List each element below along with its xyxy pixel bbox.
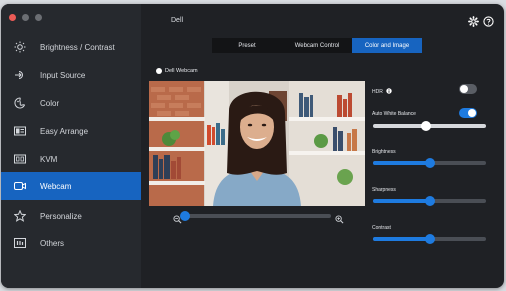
top-right-icons	[468, 14, 494, 32]
close-window-button[interactable]	[9, 14, 16, 21]
settings-gear-icon[interactable]	[468, 14, 479, 32]
sharpness-label: Sharpness	[372, 187, 396, 193]
easy-arrange-icon	[14, 125, 26, 137]
maximize-window-button[interactable]	[35, 14, 42, 21]
sidebar-item-label: Brightness / Contrast	[40, 42, 115, 52]
info-icon[interactable]	[386, 88, 392, 96]
hdr-label: HDR	[372, 89, 383, 95]
minimize-window-button[interactable]	[22, 14, 29, 21]
awb-toggle[interactable]	[459, 108, 477, 118]
sidebar-item-label: Input Source	[40, 70, 86, 80]
sidebar-item-label: Easy Arrange	[40, 126, 89, 136]
sidebar-item-others[interactable]: Others	[1, 230, 141, 256]
webcam-preview-image	[149, 81, 365, 206]
sidebar-item-label: Color	[40, 98, 60, 108]
tab-bar: Preset Webcam Control Color and Image	[212, 38, 422, 53]
tab-webcam-control[interactable]: Webcam Control	[282, 38, 352, 53]
sidebar-item-input-source[interactable]: Input Source	[1, 62, 141, 88]
zoom-in-icon[interactable]	[335, 211, 344, 229]
sidebar-item-label: KVM	[40, 154, 58, 164]
sidebar-item-webcam[interactable]: Webcam	[1, 172, 141, 200]
awb-slider-knob[interactable]	[421, 121, 432, 131]
zoom-slider[interactable]	[180, 210, 331, 222]
hdr-toggle[interactable]	[459, 84, 477, 94]
window-controls	[9, 14, 42, 21]
sidebar-item-color[interactable]: Color	[1, 90, 141, 116]
sidebar-item-label: Personalize	[40, 211, 82, 221]
camera-selector[interactable]: Dell Webcam	[156, 68, 198, 74]
app-title: Dell	[171, 17, 184, 24]
sharpness-slider-knob[interactable]	[424, 196, 435, 206]
camera-radio-icon	[156, 68, 162, 74]
help-icon[interactable]	[483, 14, 494, 32]
awb-slider[interactable]	[373, 120, 486, 132]
sidebar: Brightness / Contrast Input Source Color…	[1, 4, 141, 288]
brightness-slider-knob[interactable]	[424, 158, 435, 168]
sidebar-item-label: Webcam	[40, 181, 72, 191]
brightness-label: Brightness	[372, 149, 396, 155]
sharpness-slider[interactable]	[373, 195, 486, 207]
input-source-icon	[14, 69, 26, 81]
sidebar-item-personalize[interactable]: Personalize	[1, 203, 141, 229]
sidebar-item-label: Others	[40, 238, 65, 248]
awb-toggle-knob	[468, 109, 476, 117]
sidebar-item-kvm[interactable]: KVM	[1, 146, 141, 172]
contrast-label: Contrast	[372, 225, 391, 231]
zoom-slider-knob[interactable]	[180, 211, 190, 221]
contrast-slider-fill	[373, 237, 430, 241]
kvm-icon	[14, 153, 26, 165]
others-icon	[14, 237, 26, 249]
tab-preset[interactable]: Preset	[212, 38, 282, 53]
brightness-slider-fill	[373, 161, 430, 165]
sidebar-item-easy-arrange[interactable]: Easy Arrange	[1, 118, 141, 144]
color-palette-icon	[14, 97, 26, 109]
webcam-icon	[14, 180, 26, 192]
app-window: Brightness / Contrast Input Source Color…	[1, 4, 504, 288]
sidebar-item-brightness-contrast[interactable]: Brightness / Contrast	[1, 34, 141, 60]
hdr-label-group: HDR	[372, 88, 392, 96]
camera-name: Dell Webcam	[165, 68, 198, 74]
contrast-slider-knob[interactable]	[424, 234, 435, 244]
contrast-slider[interactable]	[373, 233, 486, 245]
awb-label: Auto White Balance	[372, 111, 416, 117]
star-icon	[14, 210, 26, 222]
webcam-preview	[149, 81, 365, 206]
tab-color-and-image[interactable]: Color and Image	[352, 38, 422, 53]
sharpness-slider-fill	[373, 199, 430, 203]
zoom-slider-track	[185, 214, 331, 218]
brightness-slider[interactable]	[373, 157, 486, 169]
sun-icon	[14, 41, 26, 53]
hdr-toggle-knob	[460, 85, 468, 93]
zoom-control	[173, 210, 347, 224]
